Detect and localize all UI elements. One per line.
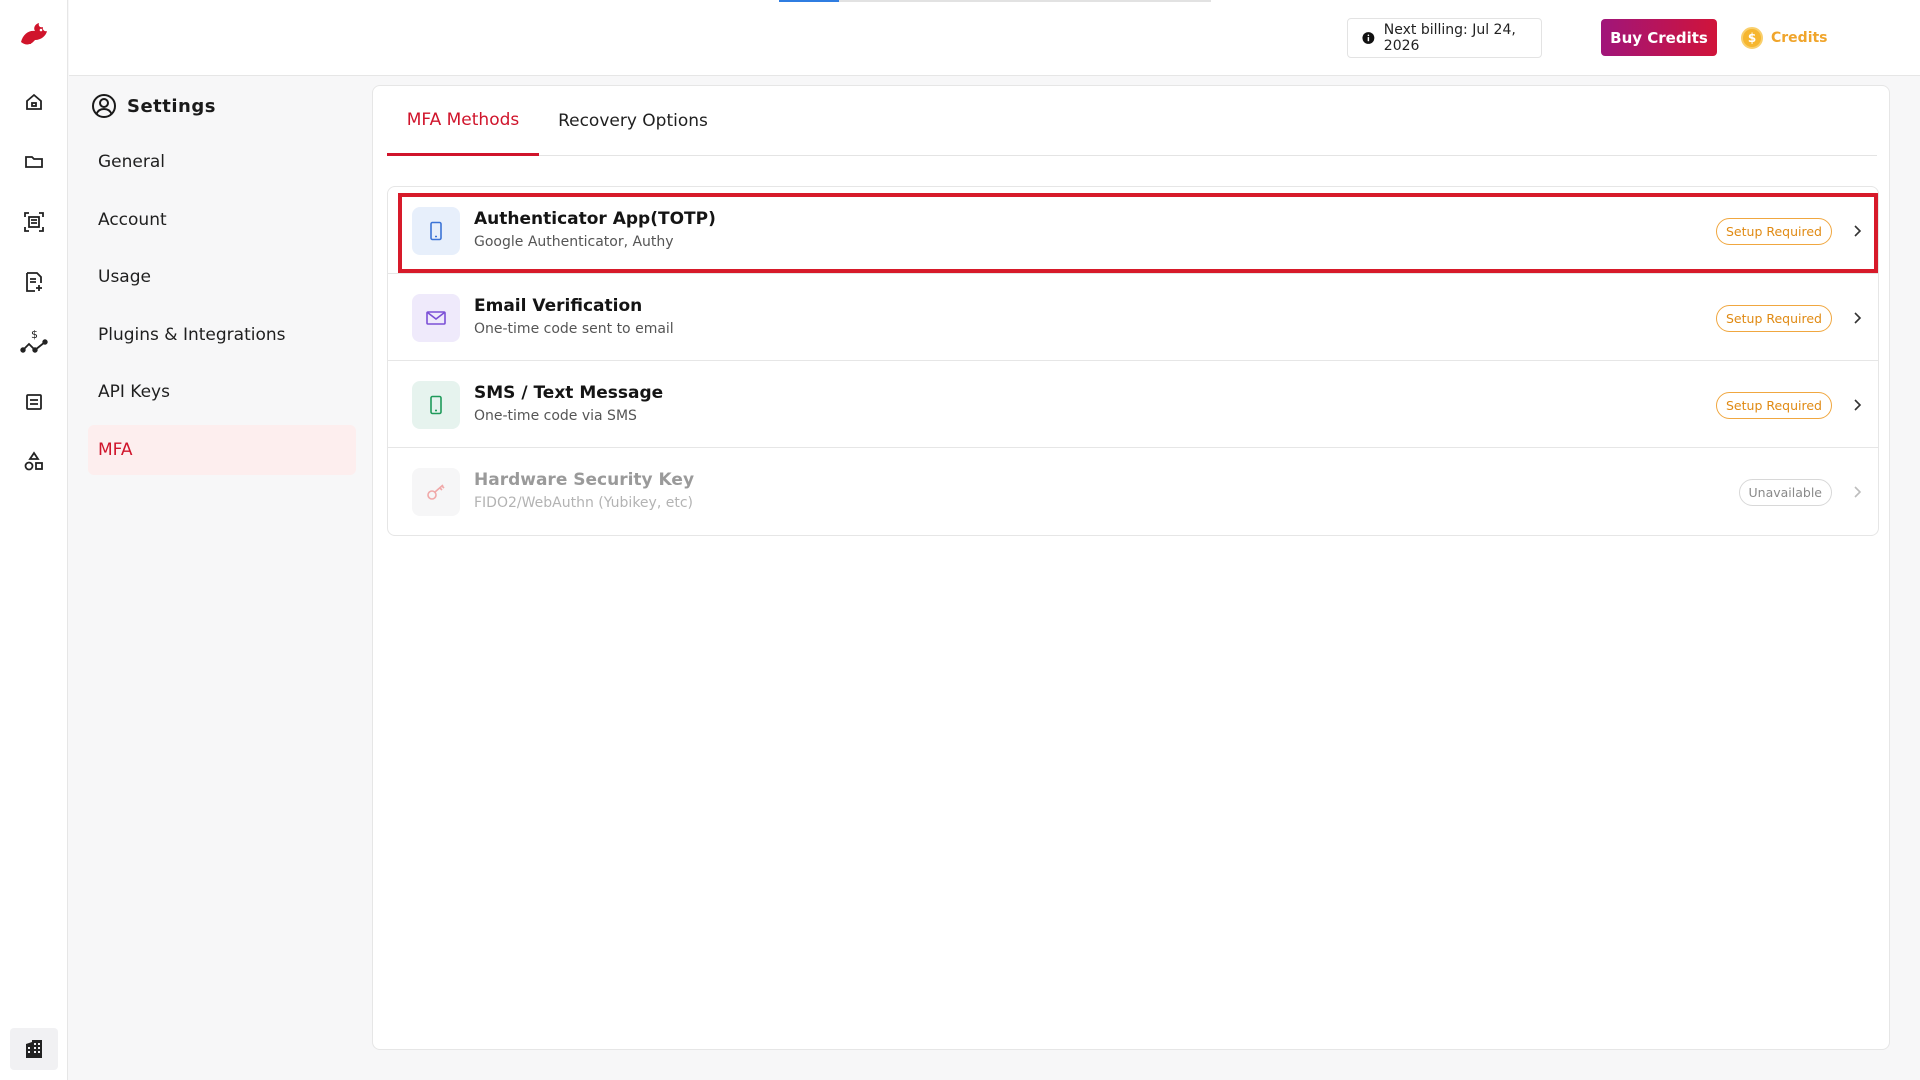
method-row-authenticator[interactable]: Authenticator App(TOTP) Google Authentic… [388, 187, 1878, 274]
shapes-icon[interactable] [20, 448, 48, 476]
settings-heading: Settings [91, 91, 216, 121]
tab-recovery-options[interactable]: Recovery Options [539, 86, 727, 156]
method-subtitle: One-time code via SMS [474, 408, 637, 424]
mail-icon [412, 294, 460, 342]
settings-item-usage[interactable]: Usage [88, 252, 356, 302]
top-bar: Next billing: Jul 24, 2026 Buy Credits $… [69, 0, 1920, 76]
status-badge: Setup Required [1716, 218, 1832, 245]
key-icon [412, 468, 460, 516]
info-icon [1362, 32, 1375, 44]
settings-item-account[interactable]: Account [88, 195, 356, 245]
list-icon[interactable] [20, 388, 48, 416]
pricing-graph-icon[interactable]: $ [20, 328, 48, 356]
home-icon[interactable] [20, 88, 48, 116]
method-title: SMS / Text Message [474, 383, 664, 403]
chevron-right-icon [1854, 399, 1862, 411]
settings-item-api-keys[interactable]: API Keys [88, 367, 356, 417]
settings-item-plugins[interactable]: Plugins & Integrations [88, 310, 356, 360]
billing-text: Next billing: Jul 24, 2026 [1383, 22, 1516, 54]
brand-logo-icon[interactable] [17, 18, 51, 52]
settings-title: Settings [127, 95, 216, 117]
status-badge: Setup Required [1716, 392, 1832, 419]
chevron-right-icon [1854, 312, 1862, 324]
settings-item-label: Usage [98, 267, 151, 287]
user-circle-icon [92, 94, 116, 118]
settings-item-label: Account [98, 210, 167, 230]
document-add-icon[interactable] [20, 268, 48, 296]
settings-item-label: MFA [98, 440, 133, 460]
tab-mfa-methods[interactable]: MFA Methods [387, 86, 539, 156]
mfa-content-card: MFA Methods Recovery Options Authenticat… [372, 85, 1890, 1050]
settings-item-label: API Keys [98, 382, 170, 402]
method-title: Hardware Security Key [474, 470, 695, 490]
buy-credits-button[interactable]: Buy Credits [1601, 19, 1717, 56]
credits-link[interactable]: $ Credits [1741, 26, 1828, 50]
scan-icon[interactable] [20, 208, 48, 236]
method-title: Authenticator App(TOTP) [474, 209, 716, 229]
coin-icon: $ [1741, 27, 1763, 49]
billing-chip: Next billing: Jul 24, 2026 [1347, 18, 1542, 58]
chevron-right-icon [1854, 225, 1862, 237]
mfa-methods-list: Authenticator App(TOTP) Google Authentic… [387, 186, 1879, 536]
settings-panel: Settings General Account Usage Plugins &… [69, 77, 369, 1080]
credits-label: Credits [1771, 30, 1828, 46]
sms-icon [412, 381, 460, 429]
method-row-sms[interactable]: SMS / Text Message One-time code via SMS… [388, 361, 1878, 448]
settings-item-label: General [98, 152, 165, 172]
settings-item-mfa[interactable]: MFA [88, 425, 356, 475]
phone-icon [412, 207, 460, 255]
tab-label: Recovery Options [558, 111, 708, 131]
svg-text:$: $ [31, 328, 38, 341]
method-subtitle: Google Authenticator, Authy [474, 234, 674, 250]
method-row-email[interactable]: Email Verification One-time code sent to… [388, 274, 1878, 361]
status-badge: Unavailable [1738, 479, 1832, 506]
progress-fill [779, 0, 840, 2]
progress-bar [779, 0, 1211, 2]
method-subtitle: One-time code sent to email [474, 321, 674, 337]
icon-rail: $ [0, 0, 68, 1080]
chevron-right-icon [1854, 486, 1862, 498]
building-icon[interactable] [10, 1028, 58, 1070]
settings-item-general[interactable]: General [88, 137, 356, 187]
method-row-hardware-key: Hardware Security Key FIDO2/WebAuthn (Yu… [388, 448, 1878, 535]
tab-label: MFA Methods [406, 109, 520, 130]
status-badge: Setup Required [1716, 305, 1832, 332]
folder-icon[interactable] [20, 147, 48, 175]
method-title: Email Verification [474, 296, 643, 316]
tab-bar: MFA Methods Recovery Options [387, 86, 1877, 156]
method-subtitle: FIDO2/WebAuthn (Yubikey, etc) [474, 495, 693, 511]
settings-item-label: Plugins & Integrations [98, 325, 286, 345]
